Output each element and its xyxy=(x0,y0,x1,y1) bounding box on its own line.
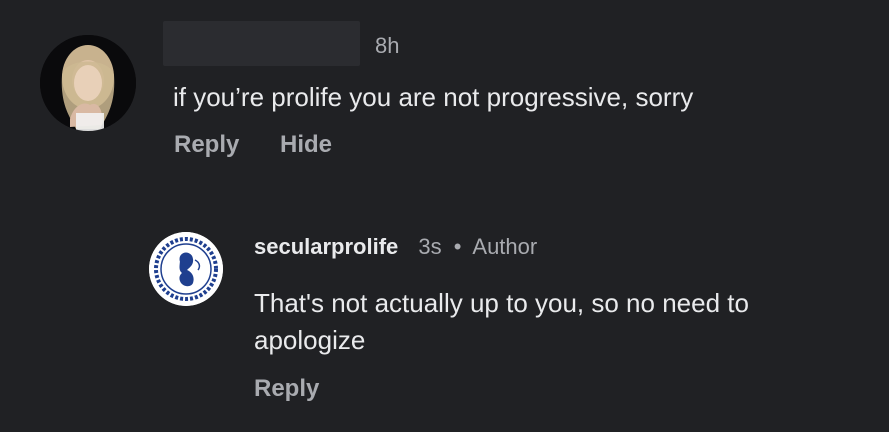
parent-avatar[interactable] xyxy=(40,35,136,131)
reply-header: secularprolife 3s • Author xyxy=(254,234,537,260)
user-avatar-photo-icon xyxy=(40,35,136,131)
reply-button[interactable]: Reply xyxy=(254,375,319,403)
redacted-username xyxy=(163,21,360,66)
reply-timestamp: 3s xyxy=(418,234,442,259)
separator-dot: • xyxy=(453,234,462,259)
parent-reply-button[interactable]: Reply xyxy=(174,131,239,159)
hide-button[interactable]: Hide xyxy=(280,131,332,159)
reply-comment-text: That's not actually up to you, so no nee… xyxy=(254,288,749,355)
parent-comment: 8h if you’re prolife you are not progres… xyxy=(0,0,889,190)
secular-prolife-logo-icon xyxy=(149,232,223,306)
parent-comment-text: if you’re prolife you are not progressiv… xyxy=(173,82,694,112)
reply-avatar[interactable] xyxy=(149,232,223,306)
reply-comment: secularprolife 3s • Author That's not ac… xyxy=(0,190,889,432)
author-badge: Author xyxy=(472,234,538,259)
parent-timestamp: 8h xyxy=(375,33,400,58)
reply-username[interactable]: secularprolife xyxy=(254,234,398,259)
